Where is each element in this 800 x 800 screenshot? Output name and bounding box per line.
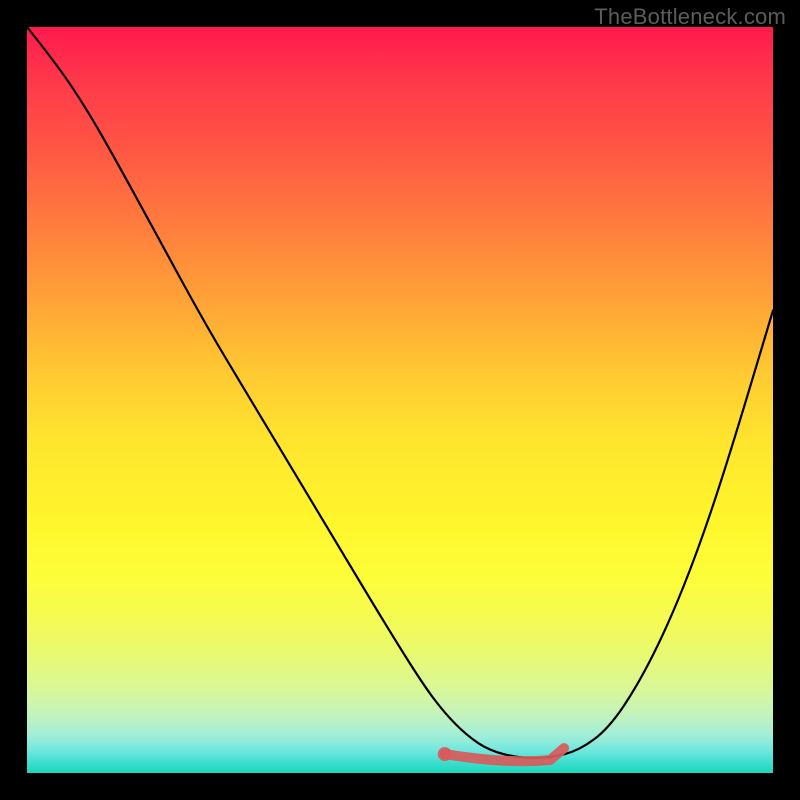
bottleneck-curve xyxy=(27,27,773,758)
attribution-text: TheBottleneck.com xyxy=(594,4,786,30)
optimal-point-marker xyxy=(438,747,452,761)
plot-area xyxy=(27,27,773,773)
curve-layer xyxy=(27,27,773,773)
chart-container: { "attribution": "TheBottleneck.com", "c… xyxy=(0,0,800,800)
